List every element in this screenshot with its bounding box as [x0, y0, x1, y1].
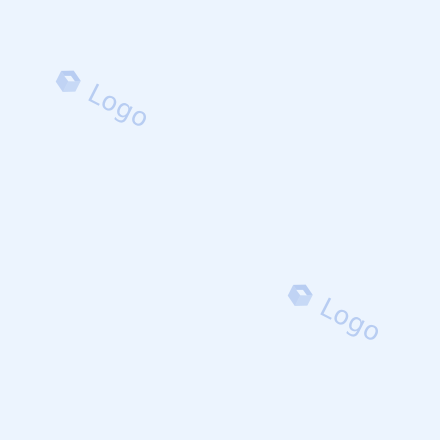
cube-logo-icon: [287, 284, 313, 306]
watermark-canvas: Logo Logo: [0, 0, 440, 440]
watermark-logo: Logo: [47, 60, 155, 136]
watermark-logo: Logo: [279, 274, 387, 350]
watermark-text: Logo: [314, 292, 386, 349]
watermark-text: Logo: [82, 78, 154, 135]
cube-logo-icon: [55, 70, 81, 92]
